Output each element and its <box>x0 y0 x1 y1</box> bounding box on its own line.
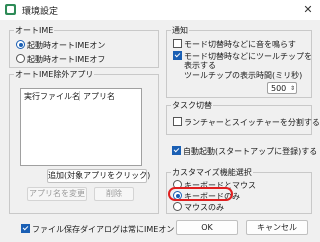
split-launcher-box[interactable] <box>173 117 182 126</box>
task-switch-group: タスク切替 ランチャーとスイッチャーを分割する <box>166 100 320 135</box>
notify-group: 通知 モード切替時などに音を鳴らす モード切替時などにツールチップを 表示する … <box>166 25 312 98</box>
settings-window: 環境設定 ✕ オートIME 起動時オートIMEオン 起動時オートIMEオフ オー… <box>0 0 320 242</box>
add-app-button[interactable]: 追加(対象アプリをクリック) <box>47 169 150 183</box>
radio-ime-on[interactable]: 起動時オートIMEオン <box>16 40 105 51</box>
autostart-checkbox[interactable]: 自動起動(スタートアップに登録)する <box>172 146 317 157</box>
exclude-apps-group: オートIME除外アプリ 実行ファイル名 アプリ名 追加(対象アプリをクリック) … <box>9 69 159 214</box>
radio-ime-on-label: 起動時オートIMEオン <box>27 41 106 50</box>
radio-ime-off-label: 起動時オートIMEオフ <box>27 55 106 64</box>
ok-button[interactable]: OK <box>176 220 238 235</box>
auto-ime-legend: オートIME <box>14 25 55 36</box>
cancel-button[interactable]: キャンセル <box>246 220 308 235</box>
close-button[interactable]: ✕ <box>296 0 320 20</box>
rename-app-button[interactable]: アプリ名を変更 <box>27 187 87 201</box>
tooltip-duration-value: 500 <box>271 84 287 93</box>
window-title: 環境設定 <box>22 7 59 17</box>
notify-legend: 通知 <box>171 25 189 36</box>
radio-mouse-only-indicator[interactable] <box>173 202 182 211</box>
spinner-arrows-icon[interactable]: ⇕ <box>290 85 295 92</box>
autostart-box[interactable] <box>172 146 181 155</box>
sound-notify-label: モード切替時などに音を鳴らす <box>184 40 296 49</box>
title-bar: 環境設定 ✕ <box>0 0 320 20</box>
tooltip-box[interactable] <box>173 51 182 60</box>
exclude-apps-list[interactable]: 実行ファイル名 アプリ名 <box>20 88 142 166</box>
column-separator <box>79 91 80 101</box>
file-dialog-ime-box[interactable] <box>21 224 30 233</box>
tooltip-label-line1: モード切替時などにツールチップを <box>184 52 312 61</box>
tooltip-duration-label: ツールチップの表示時間(ミリ秒) <box>184 71 303 80</box>
tooltip-label-line2: 表示する <box>184 61 216 70</box>
file-dialog-ime-checkbox[interactable]: ファイル保存ダイアログは常にIMEオン <box>21 224 174 235</box>
feature-select-legend: カスタマイズ機能選択 <box>171 167 253 178</box>
keyboard-only-highlight-ring <box>168 187 233 201</box>
delete-app-button[interactable]: 削除 <box>94 187 134 201</box>
task-switch-legend: タスク切替 <box>171 100 213 111</box>
radio-mouse-only-label: マウスのみ <box>184 203 224 212</box>
app-icon <box>5 4 16 15</box>
split-launcher-checkbox[interactable]: ランチャーとスイッチャーを分割する <box>173 117 320 128</box>
radio-mouse-only[interactable]: マウスのみ <box>173 202 224 213</box>
column-header-executable[interactable]: 実行ファイル名 <box>24 91 80 102</box>
file-dialog-ime-label: ファイル保存ダイアログは常にIMEオン <box>32 225 175 234</box>
sound-notify-checkbox[interactable]: モード切替時などに音を鳴らす <box>173 39 296 50</box>
split-launcher-label: ランチャーとスイッチャーを分割する <box>184 118 320 127</box>
radio-ime-off-indicator[interactable] <box>16 54 25 63</box>
sound-notify-box[interactable] <box>173 39 182 48</box>
tooltip-duration-spinner[interactable]: 500 ⇕ <box>267 82 297 94</box>
autostart-label: 自動起動(スタートアップに登録)する <box>183 147 318 156</box>
radio-ime-off[interactable]: 起動時オートIMEオフ <box>16 54 105 65</box>
radio-ime-on-indicator[interactable] <box>16 40 25 49</box>
column-header-app-name[interactable]: アプリ名 <box>83 91 115 102</box>
auto-ime-group: オートIME 起動時オートIMEオン 起動時オートIMEオフ <box>9 25 159 68</box>
exclude-apps-legend: オートIME除外アプリ <box>14 69 95 80</box>
